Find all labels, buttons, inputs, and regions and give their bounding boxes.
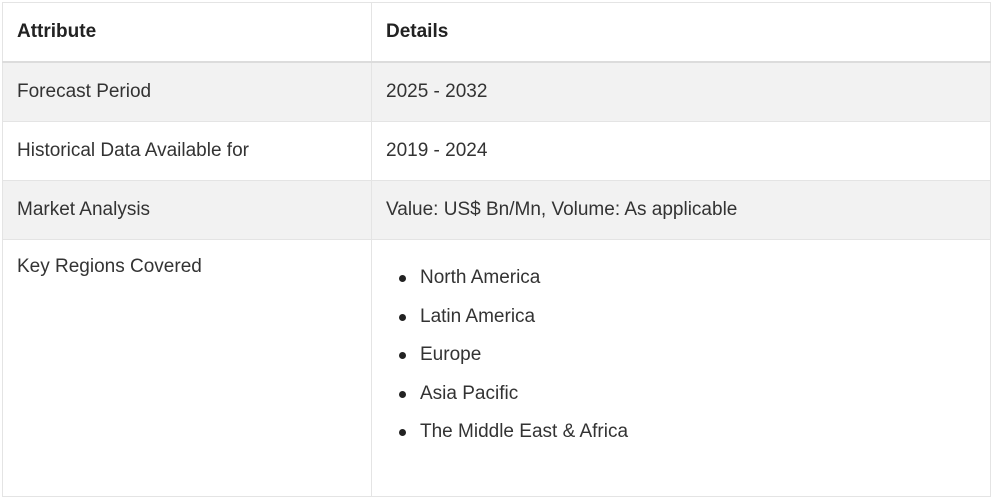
details-cell: 2019 - 2024 (371, 121, 991, 181)
bullet-icon (399, 313, 406, 321)
attribute-column-header: Attribute (2, 2, 372, 63)
region-label: Europe (420, 344, 482, 365)
details-cell: 2025 - 2032 (371, 61, 991, 122)
regions-cell: North America Latin America Europe Asia … (371, 239, 991, 497)
attribute-cell: Historical Data Available for (2, 121, 372, 181)
bullet-icon (399, 352, 406, 359)
table-header-row: Attribute Details (2, 2, 991, 63)
list-item: North America (399, 259, 976, 298)
list-item: Asia Pacific (399, 375, 976, 414)
table-row-key-regions: Key Regions Covered North America Latin … (2, 239, 991, 497)
table-row: Historical Data Available for 2019 - 202… (2, 121, 991, 181)
region-label: Asia Pacific (420, 382, 519, 404)
region-label: Latin America (420, 305, 536, 327)
attribute-cell: Key Regions Covered (2, 239, 372, 497)
bullet-icon (399, 390, 406, 398)
details-column-header: Details (371, 2, 991, 63)
list-item: Europe (399, 336, 976, 375)
details-cell: Value: US$ Bn/Mn, Volume: As applicable (371, 180, 991, 240)
bullet-icon (399, 275, 406, 282)
list-item: Latin America (399, 298, 976, 337)
list-item: The Middle East & Africa (399, 413, 976, 452)
table-row: Market Analysis Value: US$ Bn/Mn, Volume… (2, 180, 991, 240)
table-row: Forecast Period 2025 - 2032 (2, 61, 991, 122)
market-attributes-table: Attribute Details Forecast Period 2025 -… (2, 2, 991, 497)
region-label: North America (420, 267, 541, 288)
attribute-cell: Forecast Period (2, 61, 372, 122)
regions-list: North America Latin America Europe Asia … (386, 259, 976, 452)
bullet-icon (399, 429, 406, 436)
region-label: The Middle East & Africa (420, 421, 629, 442)
attribute-cell: Market Analysis (2, 180, 372, 240)
